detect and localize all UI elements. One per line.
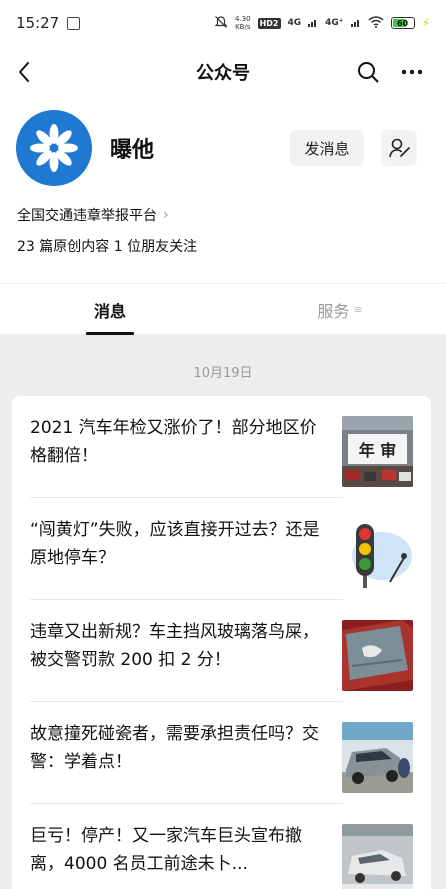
article-title: 故意撞死碰瓷者，需要承担责任吗？交警：学着点！ <box>30 724 319 772</box>
flower-logo-icon <box>30 124 78 172</box>
mute-icon <box>214 15 228 32</box>
send-message-button[interactable]: 发消息 <box>290 130 364 166</box>
profile-section: 曝他 发消息 全国交通违章举报平台 › 23 篇原创内容 1 位朋友关注 <box>0 98 446 283</box>
account-description[interactable]: 全国交通违章举报平台 › <box>17 205 169 225</box>
article-thumbnail <box>342 722 413 793</box>
hd-badge: HD2 <box>257 17 281 29</box>
article-thumbnail <box>342 824 413 889</box>
article-item[interactable]: 违章又出新规？车主挡风玻璃落鸟屎，被交警罚款 200 扣 2 分！ <box>12 600 431 702</box>
tab-services-label: 服务 <box>317 301 350 321</box>
chevron-right-icon: › <box>163 207 169 223</box>
search-icon <box>358 62 379 83</box>
notification-app-icon <box>67 16 81 30</box>
net-speed: 4.30 KB/s <box>235 15 251 31</box>
header: 公众号 <box>0 46 446 98</box>
back-button[interactable] <box>10 58 38 86</box>
status-bar: 15:27 4.30 KB/s HD2 4G 4G⁺ 60 ⚡ <box>0 0 446 46</box>
chevron-left-icon <box>19 62 29 82</box>
battery-icon: 60 <box>390 17 415 29</box>
description-text: 全国交通违章举报平台 <box>17 208 157 224</box>
follow-button[interactable] <box>381 130 417 166</box>
charging-icon: ⚡ <box>421 16 430 30</box>
hd-label: HD <box>259 18 273 28</box>
wifi-icon <box>368 15 384 31</box>
thumb-text: 年 审 <box>359 441 397 460</box>
search-button[interactable] <box>354 58 382 86</box>
account-stats[interactable]: 23 篇原创内容 1 位朋友关注 <box>17 236 197 256</box>
signal-icon-1 <box>308 17 318 30</box>
article-title: 巨亏！停产！又一家汽车巨头宣布撤离，4000 名员工前途未卜... <box>30 826 302 874</box>
tab-messages[interactable]: 消息 <box>70 284 150 335</box>
battery-level: 60 <box>396 18 409 28</box>
account-name: 曝他 <box>110 138 155 163</box>
article-card: 2021 汽车年检又涨价了！部分地区价格翻倍！ 年 审 “闯黄灯”失败，应该直接… <box>12 396 431 889</box>
article-thumbnail <box>342 620 413 691</box>
active-tab-indicator <box>86 332 134 335</box>
more-button[interactable] <box>396 58 428 86</box>
net-speed-value: 4.30 <box>234 15 251 23</box>
network-4g-1: 4G <box>287 18 302 28</box>
more-icon <box>401 69 423 75</box>
article-title: 2021 汽车年检又涨价了！部分地区价格翻倍！ <box>30 418 317 466</box>
network-4g-2: 4G⁺ <box>325 18 344 28</box>
article-title: 违章又出新规？车主挡风玻璃落鸟屎，被交警罚款 200 扣 2 分！ <box>30 622 319 670</box>
status-time: 15:27 <box>16 14 60 32</box>
article-item[interactable]: 2021 汽车年检又涨价了！部分地区价格翻倍！ 年 审 <box>12 396 431 498</box>
menu-lines-icon: ≡ <box>353 303 363 316</box>
tab-services[interactable]: 服务 ≡ <box>300 284 380 335</box>
user-follow-icon <box>389 138 410 158</box>
avatar[interactable] <box>16 110 92 186</box>
article-item[interactable]: “闯黄灯”失败，应该直接开过去？还是原地停车？ <box>12 498 431 600</box>
article-thumbnail: 年 审 <box>342 416 413 487</box>
article-title: “闯黄灯”失败，应该直接开过去？还是原地停车？ <box>30 520 320 568</box>
article-item[interactable]: 故意撞死碰瓷者，需要承担责任吗？交警：学着点！ <box>12 702 431 804</box>
signal-icon-2 <box>350 17 361 30</box>
article-thumbnail <box>342 518 413 589</box>
article-item[interactable]: 巨亏！停产！又一家汽车巨头宣布撤离，4000 名员工前途未卜... <box>12 804 431 889</box>
date-label: 10月19日 <box>193 366 253 381</box>
net-speed-unit: KB/s <box>235 23 251 31</box>
hd-sub: 2 <box>272 18 279 28</box>
tab-bar: 消息 服务 ≡ <box>0 283 446 335</box>
